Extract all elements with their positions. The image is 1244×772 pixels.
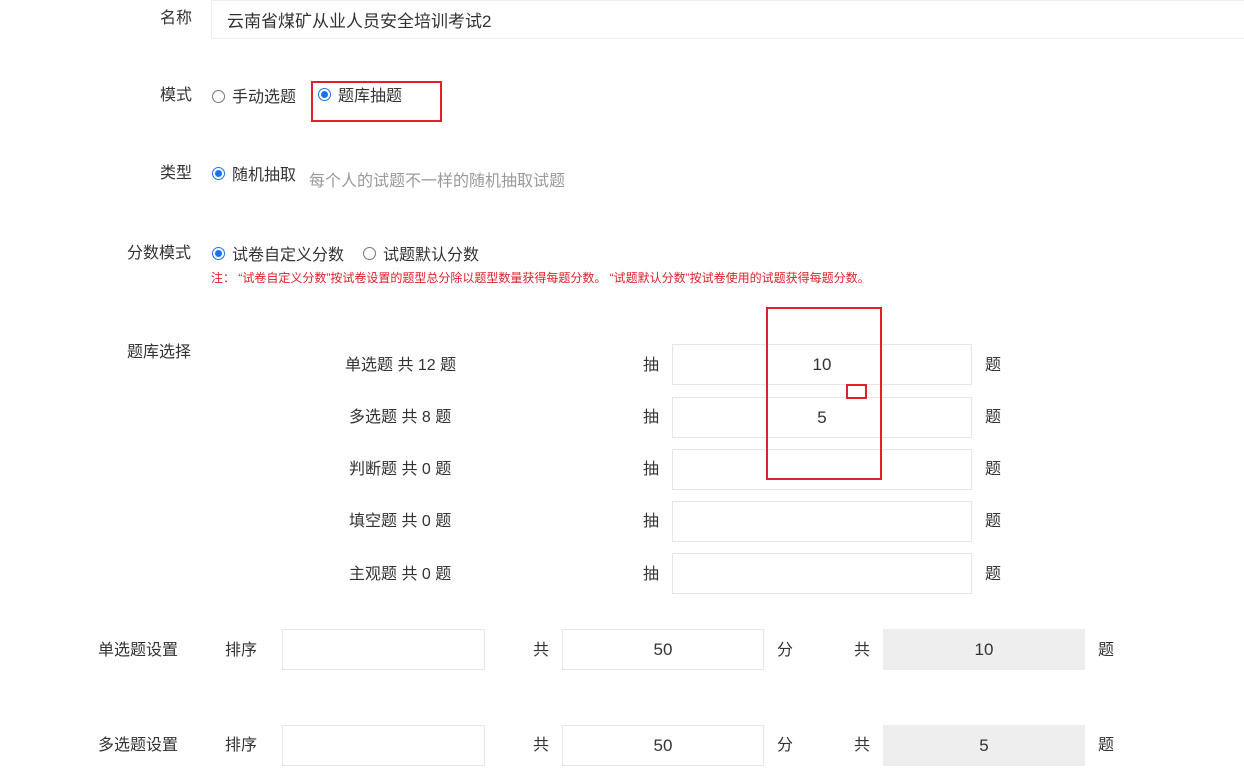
type-label: 类型 <box>160 165 193 182</box>
bank-fill-count-input[interactable] <box>672 501 972 542</box>
multi-order-input[interactable] <box>282 725 485 766</box>
bank-row-draw-label: 抽 <box>643 513 660 530</box>
bank-row-unit: 题 <box>985 566 1002 583</box>
single-score-input[interactable] <box>562 629 764 670</box>
multi-count-readonly <box>883 725 1085 766</box>
bank-row-unit: 题 <box>985 409 1002 426</box>
single-count-readonly <box>883 629 1085 670</box>
score-custom-radio[interactable] <box>212 247 225 260</box>
type-hint: 每个人的试题不一样的随机抽取试题 <box>309 173 566 190</box>
multi-score-input[interactable] <box>562 725 764 766</box>
bank-row-unit: 题 <box>985 357 1002 374</box>
bank-row-name: 单选题 共 12 题 <box>345 357 457 374</box>
highlight-box-cursor <box>846 384 867 399</box>
settings-label: 多选题设置 <box>98 737 179 754</box>
single-order-input[interactable] <box>282 629 485 670</box>
score-default-label[interactable]: 试题默认分数 <box>383 246 479 266</box>
type-random-radio[interactable] <box>212 167 225 180</box>
count-unit-label: 题 <box>1098 642 1115 659</box>
order-label: 排序 <box>225 642 258 659</box>
settings-label: 单选题设置 <box>98 642 179 659</box>
score-mode-label: 分数模式 <box>127 245 192 262</box>
order-label: 排序 <box>225 737 258 754</box>
bank-row-unit: 题 <box>985 513 1002 530</box>
mode-manual-label[interactable]: 手动选题 <box>232 88 296 108</box>
bank-row-name: 主观题 共 0 题 <box>349 566 452 583</box>
bank-row-draw-label: 抽 <box>643 357 660 374</box>
bank-row-name: 多选题 共 8 题 <box>349 409 452 426</box>
type-random-label[interactable]: 随机抽取 <box>232 166 296 186</box>
score-mode-note: 注： “试卷自定义分数”按试卷设置的题型总分除以题型数量获得每题分数。 “试题默… <box>211 271 870 285</box>
count-label: 共 <box>854 642 871 659</box>
exam-name-input[interactable] <box>211 0 1244 39</box>
bank-subjective-count-input[interactable] <box>672 553 972 594</box>
bank-row-name: 填空题 共 0 题 <box>349 513 452 530</box>
mode-label: 模式 <box>160 87 193 104</box>
count-label: 共 <box>854 737 871 754</box>
bank-row-name: 判断题 共 0 题 <box>349 461 452 478</box>
score-default-radio[interactable] <box>363 247 376 260</box>
bank-row-draw-label: 抽 <box>643 409 660 426</box>
bank-row-draw-label: 抽 <box>643 461 660 478</box>
name-label: 名称 <box>160 10 193 27</box>
score-unit-label: 分 <box>777 737 794 754</box>
count-unit-label: 题 <box>1098 737 1115 754</box>
mode-manual-radio[interactable] <box>212 90 225 103</box>
score-unit-label: 分 <box>777 642 794 659</box>
score-custom-label[interactable]: 试卷自定义分数 <box>232 246 344 266</box>
bank-row-draw-label: 抽 <box>643 566 660 583</box>
bank-label: 题库选择 <box>127 344 192 361</box>
bank-row-unit: 题 <box>985 461 1002 478</box>
total-score-label: 共 <box>533 642 550 659</box>
total-score-label: 共 <box>533 737 550 754</box>
highlight-box-mode <box>311 81 442 122</box>
